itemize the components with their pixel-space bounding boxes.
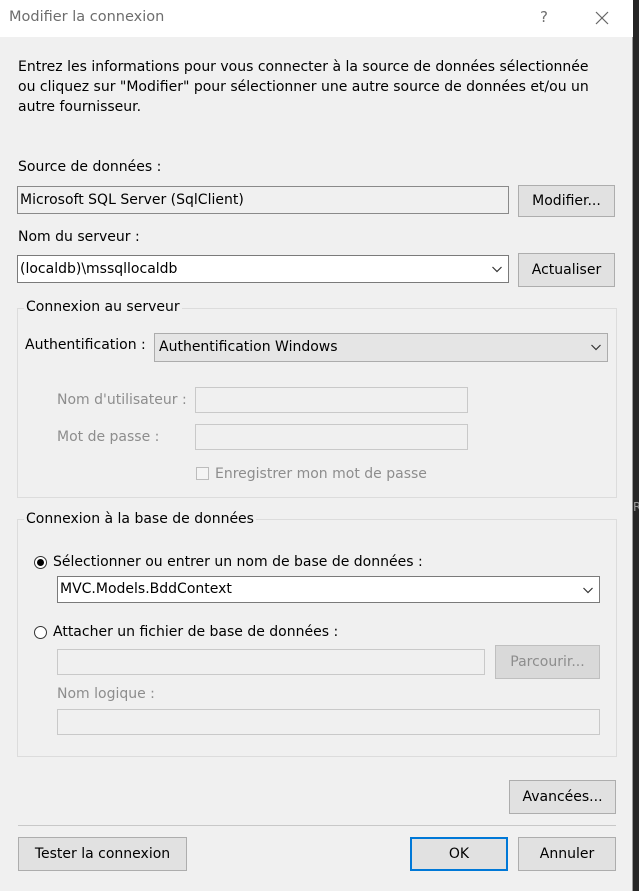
server-name-label: Nom du serveur : <box>18 229 140 245</box>
refresh-button[interactable]: Actualiser <box>518 253 615 287</box>
close-icon[interactable] <box>593 9 611 27</box>
logical-name-label: Nom logique : <box>57 686 155 702</box>
attach-database-label: Attacher un fichier de base de données : <box>53 624 339 640</box>
data-source-label: Source de données : <box>18 159 162 175</box>
modify-button[interactable]: Modifier... <box>518 185 615 217</box>
password-label: Mot de passe : <box>57 429 160 445</box>
chevron-down-icon[interactable] <box>590 341 602 353</box>
select-database-radio[interactable] <box>34 556 47 569</box>
radio-selected-dot <box>37 559 44 566</box>
cancel-button[interactable]: Annuler <box>518 837 616 871</box>
data-source-field: Microsoft SQL Server (SqlClient) <box>17 186 509 214</box>
attach-file-field[interactable] <box>57 649 485 675</box>
password-field[interactable] <box>195 424 468 450</box>
title-bar: Modifier la connexion ? <box>0 0 633 37</box>
help-button[interactable]: ? <box>540 8 548 26</box>
select-database-label: Sélectionner ou entrer un nom de base de… <box>53 554 423 570</box>
username-field[interactable] <box>195 387 468 413</box>
advanced-button[interactable]: Avancées... <box>509 780 616 814</box>
modify-connection-dialog: Modifier la connexion ? Entrez les infor… <box>0 0 633 891</box>
database-connection-group-title: Connexion à la base de données <box>24 511 256 527</box>
authentication-value: Authentification Windows <box>159 339 338 355</box>
ok-button[interactable]: OK <box>410 837 508 871</box>
database-name-value: MVC.Models.BddContext <box>60 581 232 597</box>
database-name-combobox[interactable]: MVC.Models.BddContext <box>57 576 600 603</box>
intro-text: Entrez les informations pour vous connec… <box>18 59 589 115</box>
server-connection-group-title: Connexion au serveur <box>24 299 182 315</box>
authentication-combobox[interactable]: Authentification Windows <box>154 333 608 362</box>
test-connection-button[interactable]: Tester la connexion <box>18 837 187 871</box>
authentication-label: Authentification : <box>25 337 146 353</box>
save-password-label: Enregistrer mon mot de passe <box>215 466 427 482</box>
server-name-value: (localdb)\mssqllocaldb <box>20 261 178 277</box>
logical-name-field[interactable] <box>57 709 600 735</box>
dialog-title: Modifier la connexion <box>9 9 165 25</box>
attach-database-radio[interactable] <box>34 626 47 639</box>
browse-button[interactable]: Parcourir... <box>495 645 600 679</box>
background-window-edge-text: R <box>633 500 639 514</box>
server-name-combobox[interactable]: (localdb)\mssqllocaldb <box>17 255 509 283</box>
save-password-checkbox[interactable] <box>196 467 209 480</box>
chevron-down-icon[interactable] <box>582 584 594 596</box>
footer-separator <box>18 825 616 826</box>
chevron-down-icon[interactable] <box>491 263 503 275</box>
username-label: Nom d'utilisateur : <box>57 392 187 408</box>
